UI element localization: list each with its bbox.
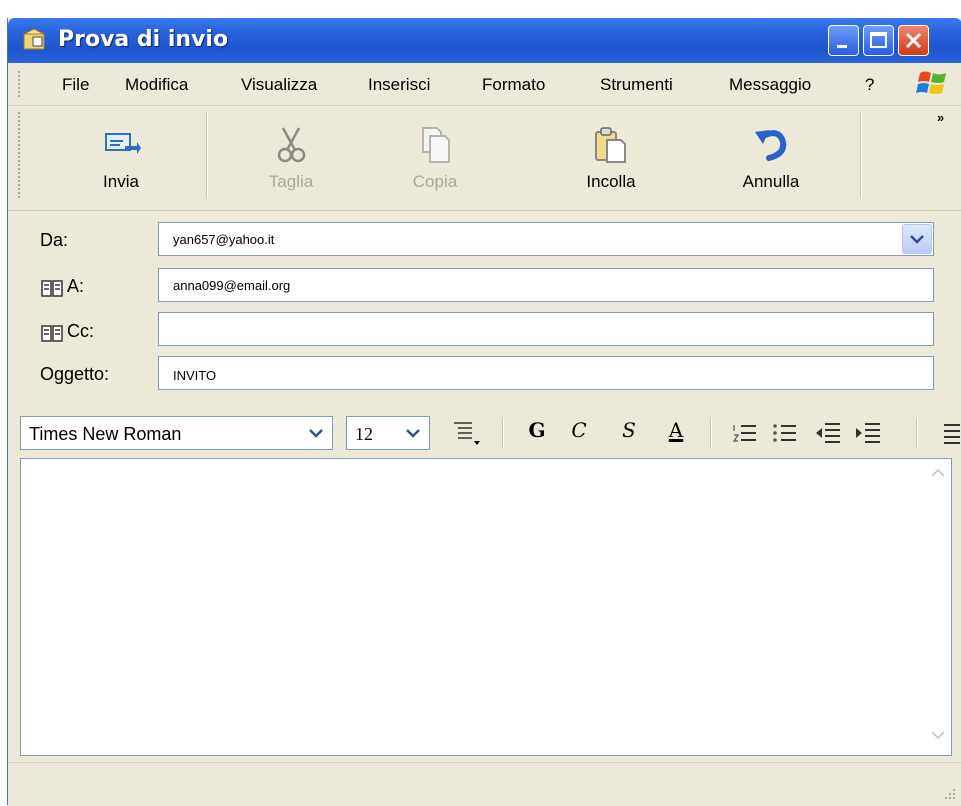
menu-inserisci[interactable]: Inserisci [368,75,430,95]
from-dropdown-button[interactable] [902,224,932,254]
menu-help[interactable]: ? [865,75,874,95]
to-label[interactable]: A: [67,276,84,297]
menu-strumenti[interactable]: Strumenti [600,75,673,95]
align-icon[interactable] [942,422,961,446]
menubar-grip[interactable] [18,71,23,97]
maximize-button[interactable] [863,25,894,56]
status-bar [8,762,961,806]
to-value: anna099@email.org [173,278,291,293]
paste-button-label: Incolla [586,172,636,191]
font-size-select[interactable]: 12 [346,416,430,450]
copy-button-label: Copia [412,172,458,191]
body-scrollbar[interactable] [925,459,951,755]
paste-button[interactable]: Incolla [556,106,666,210]
subject-field[interactable]: INVITO [158,356,934,390]
cc-field[interactable] [158,312,934,346]
decrease-indent-icon[interactable] [814,422,842,446]
bold-button[interactable]: G [522,418,552,448]
address-book-icon[interactable] [41,325,63,342]
menu-bar: File Modifica Visualizza Inserisci Forma… [8,63,961,106]
paragraph-style-icon[interactable] [450,421,484,447]
format-separator [502,418,504,448]
toolbar-separator [206,112,208,198]
toolbar: Invia Taglia Copia Incolla Annulla » [8,106,961,211]
send-button-label: Invia [103,172,139,191]
from-value: yan657@yahoo.it [173,232,275,247]
scissors-icon [277,127,306,163]
close-button[interactable] [898,25,929,56]
toolbar-separator [860,112,862,198]
formatting-toolbar: Times New Roman 12 G C S A [8,408,961,458]
underline-button[interactable]: S [614,418,644,448]
scroll-down-icon[interactable] [931,731,945,741]
close-icon [905,32,922,49]
undo-icon [755,130,787,161]
cut-button[interactable]: Taglia [236,106,346,210]
copy-button[interactable]: Copia [380,106,490,210]
send-button[interactable]: Invia [66,106,176,210]
bullet-list-icon[interactable] [772,422,798,446]
to-field[interactable]: anna099@email.org [158,268,934,302]
toolbar-grip[interactable] [18,112,23,198]
minimize-icon [837,45,847,48]
minimize-button[interactable] [828,25,859,56]
cut-button-label: Taglia [268,172,314,191]
chevron-down-icon[interactable] [306,424,326,442]
subject-value: INVITO [173,368,217,383]
undo-button-label: Annulla [742,172,800,191]
font-family-value: Times New Roman [29,424,182,444]
windows-logo-icon [916,71,946,94]
font-color-button[interactable]: A [659,418,693,448]
menu-modifica[interactable]: Modifica [125,75,188,95]
font-size-value: 12 [355,424,373,444]
title-bar[interactable]: Prova di invio [8,18,961,63]
menu-formato[interactable]: Formato [482,75,545,95]
from-select[interactable]: yan657@yahoo.it [158,222,934,256]
copy-icon [422,127,450,163]
address-book-icon[interactable] [41,280,63,297]
numbered-list-icon[interactable] [732,422,758,446]
format-separator [710,418,712,448]
format-separator [916,418,918,448]
maximize-icon [870,32,887,48]
menu-file[interactable]: File [62,75,89,95]
font-family-select[interactable]: Times New Roman [20,416,333,450]
menu-visualizza[interactable]: Visualizza [241,75,317,95]
scroll-up-icon[interactable] [931,467,945,477]
cc-label[interactable]: Cc: [67,321,94,342]
increase-indent-icon[interactable] [854,422,882,446]
resize-grip-icon[interactable] [944,788,956,800]
window-title: Prova di invio [58,27,229,52]
chevron-down-icon[interactable] [403,424,423,442]
paste-icon [595,127,626,163]
chevron-down-icon [910,235,924,244]
envelope-icon [23,28,45,50]
menu-messaggio[interactable]: Messaggio [729,75,811,95]
italic-button[interactable]: C [564,418,594,448]
message-body[interactable] [20,458,952,756]
undo-button[interactable]: Annulla [716,106,826,210]
subject-label: Oggetto: [40,364,110,384]
send-icon [105,133,141,154]
from-label: Da: [40,230,69,250]
compose-window: Prova di invio File Modifica Visualizza … [7,18,961,806]
toolbar-overflow-chevron[interactable]: » [937,110,944,125]
